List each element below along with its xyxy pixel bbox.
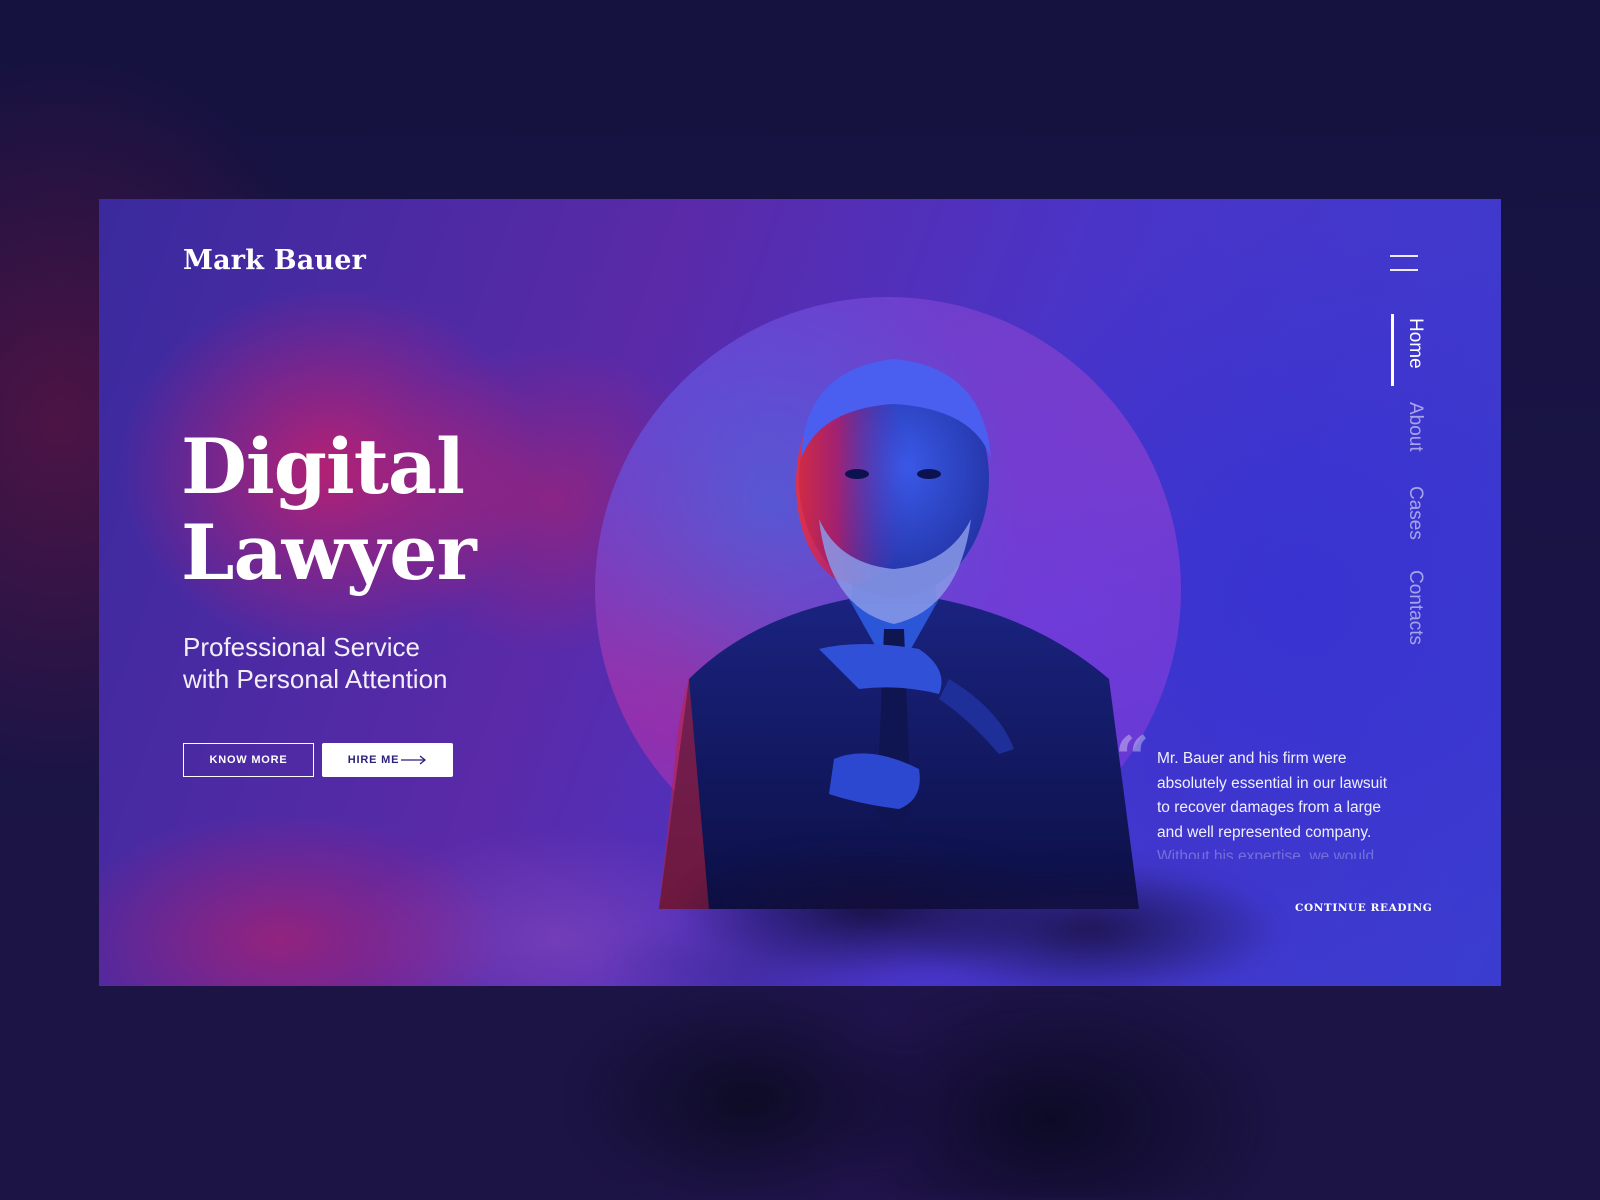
side-navigation: Home About Cases Contacts bbox=[1391, 314, 1434, 664]
testimonial-line: and well represented company. bbox=[1157, 823, 1372, 841]
hire-me-label: HIRE ME bbox=[347, 754, 400, 766]
nav-item-contacts[interactable]: Contacts bbox=[1404, 570, 1426, 645]
testimonial-line: absolutely essential in our lawsuit bbox=[1157, 774, 1388, 792]
hire-me-button[interactable]: HIRE ME bbox=[322, 743, 453, 777]
hero-card: Mark Bauer Digital Lawyer Professional S… bbox=[99, 199, 1501, 986]
nav-active-indicator bbox=[1391, 314, 1394, 386]
hero-subtitle-line: with Personal Attention bbox=[183, 664, 448, 694]
hero-title-line: Digital bbox=[181, 422, 465, 511]
hero-subtitle: Professional Service with Personal Atten… bbox=[183, 631, 448, 695]
testimonial-line: to recover damages from a large bbox=[1157, 799, 1381, 816]
hero-title-line: Lawyer bbox=[181, 508, 477, 597]
background-figure bbox=[450, 960, 1310, 1200]
nav-item-home[interactable]: Home bbox=[1404, 318, 1426, 369]
nav-item-about[interactable]: About bbox=[1404, 402, 1426, 452]
quote-mark-icon: “ bbox=[1115, 724, 1150, 794]
know-more-label: KNOW MORE bbox=[209, 754, 288, 766]
continue-reading-link[interactable]: CONTINUE READING bbox=[1295, 902, 1432, 914]
testimonial-line: Without his expertise, we would bbox=[1157, 848, 1375, 859]
nav-item-cases[interactable]: Cases bbox=[1404, 486, 1426, 540]
hero-title: Digital Lawyer bbox=[181, 422, 477, 597]
testimonial-text: Mr. Bauer and his firm were absolutely e… bbox=[1157, 747, 1427, 859]
testimonial-line: Mr. Bauer and his firm were bbox=[1157, 750, 1347, 767]
hamburger-icon[interactable] bbox=[1390, 255, 1418, 273]
hero-subtitle-line: Professional Service bbox=[183, 632, 420, 662]
know-more-button[interactable]: KNOW MORE bbox=[183, 743, 314, 777]
brand-logo[interactable]: Mark Bauer bbox=[183, 245, 366, 276]
arrow-right-icon bbox=[401, 755, 427, 765]
